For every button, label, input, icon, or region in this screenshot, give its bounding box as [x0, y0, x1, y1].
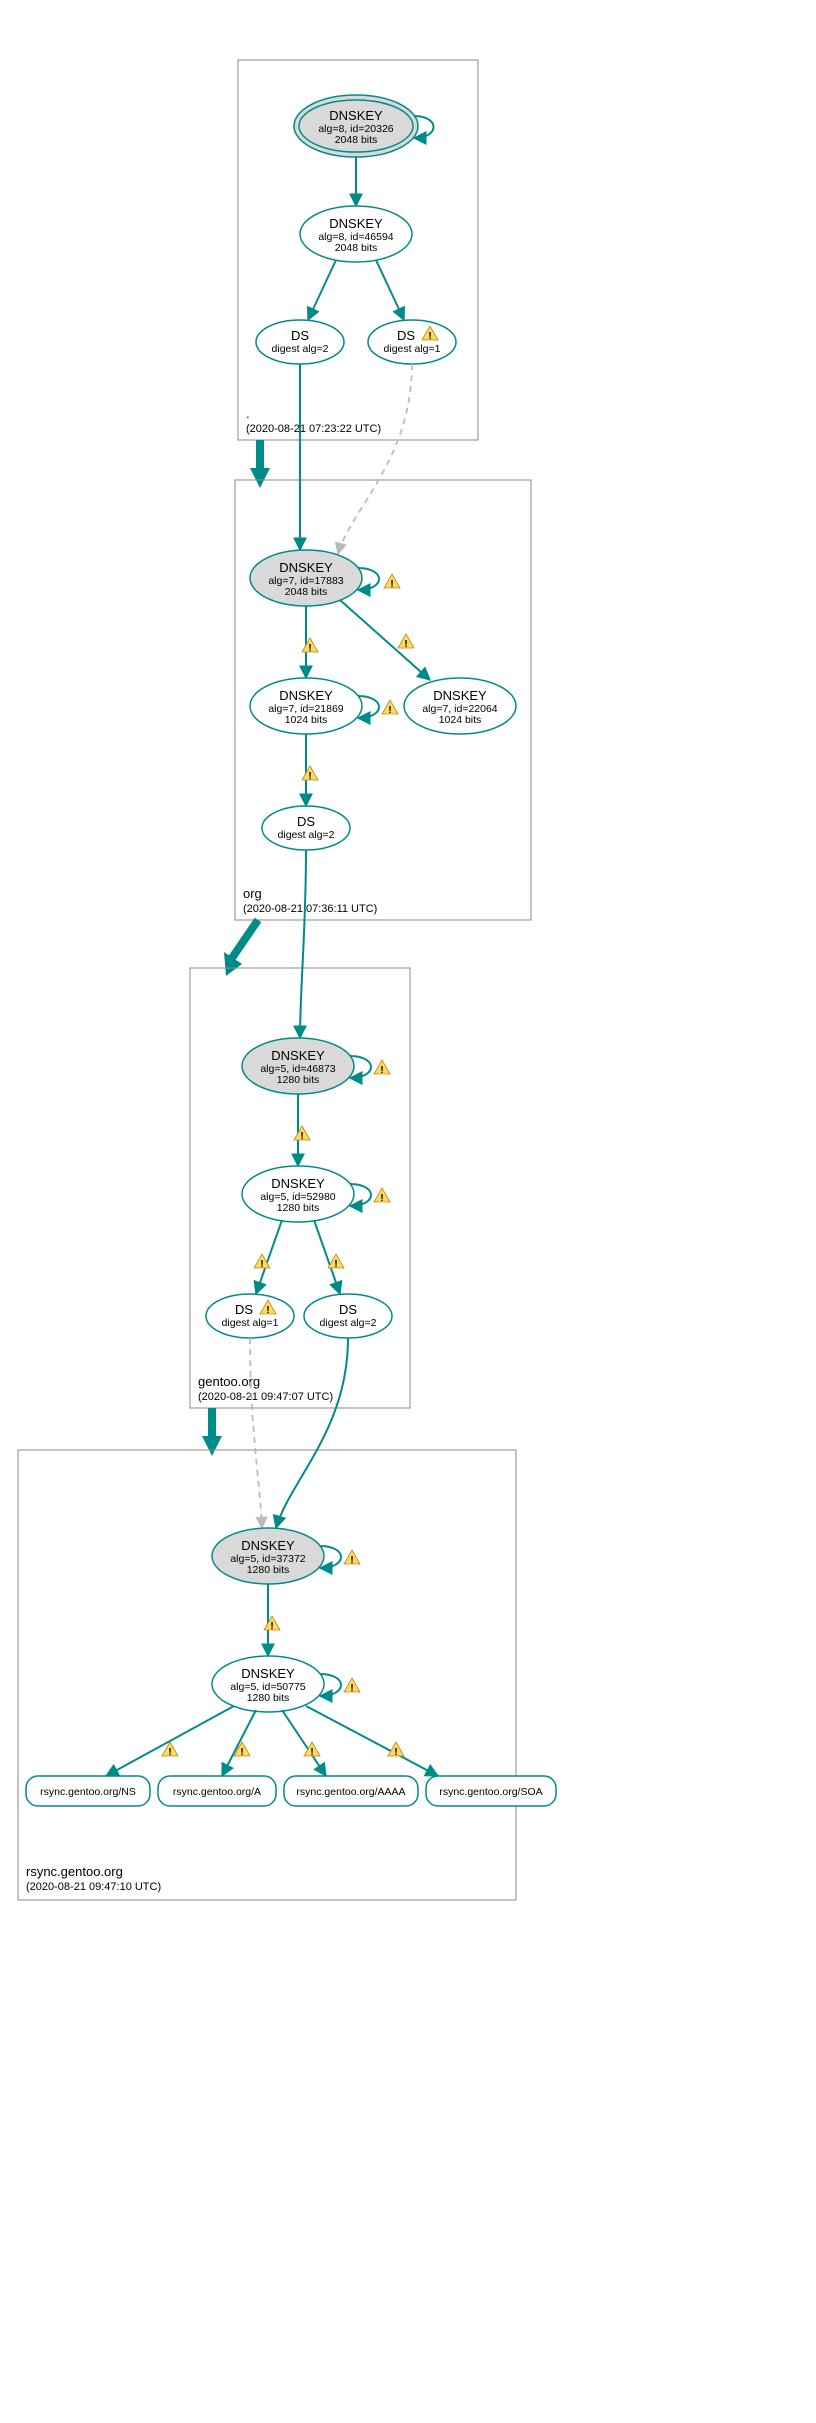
warning-icon [384, 574, 400, 590]
zone-root-ts: (2020-08-21 07:23:22 UTC) [246, 423, 381, 435]
warning-icon [344, 1678, 360, 1694]
svg-text:DS: DS [339, 1302, 357, 1317]
node-gentoo-ksk: DNSKEY alg=5, id=46873 1280 bits [242, 1038, 354, 1094]
rr-soa: rsync.gentoo.org/SOA [426, 1776, 556, 1806]
dnssec-diagram: ! . (2020-08-21 07:23:22 UTC) DNSKEY alg… [10, 10, 806, 2413]
svg-text:DNSKEY: DNSKEY [279, 688, 333, 703]
node-gentoo-zsk: DNSKEY alg=5, id=52980 1280 bits [242, 1166, 354, 1222]
node-root-ds1: DS digest alg=1 [368, 320, 456, 364]
svg-text:digest alg=2: digest alg=2 [320, 1317, 377, 1329]
svg-text:rsync.gentoo.org/SOA: rsync.gentoo.org/SOA [439, 1786, 542, 1798]
node-org-zsk2: DNSKEY alg=7, id=22064 1024 bits [404, 678, 516, 734]
svg-text:DNSKEY: DNSKEY [271, 1176, 325, 1191]
svg-text:rsync.gentoo.org/AAAA: rsync.gentoo.org/AAAA [296, 1786, 405, 1798]
warning-icon [304, 1742, 320, 1758]
svg-text:1280 bits: 1280 bits [277, 1074, 320, 1086]
warning-icon [398, 634, 414, 650]
warning-icon [294, 1126, 310, 1142]
node-org-zsk: DNSKEY alg=7, id=21869 1024 bits [250, 678, 362, 734]
svg-text:digest alg=1: digest alg=1 [222, 1317, 279, 1329]
warning-icon [302, 638, 318, 654]
zone-gentoo-ts: (2020-08-21 09:47:07 UTC) [198, 1391, 333, 1403]
rr-aaaa: rsync.gentoo.org/AAAA [284, 1776, 418, 1806]
zone-org-ts: (2020-08-21 07:36:11 UTC) [243, 903, 377, 915]
svg-text:1280 bits: 1280 bits [277, 1202, 320, 1214]
svg-text:1024 bits: 1024 bits [439, 714, 482, 726]
rr-ns: rsync.gentoo.org/NS [26, 1776, 150, 1806]
node-rsync-zsk: DNSKEY alg=5, id=50775 1280 bits [212, 1656, 324, 1712]
node-org-ds2: DS digest alg=2 [262, 806, 350, 850]
zone-root-name: . [246, 406, 250, 421]
svg-text:2048 bits: 2048 bits [335, 242, 378, 254]
svg-text:DNSKEY: DNSKEY [329, 216, 383, 231]
warning-icon [382, 700, 398, 716]
svg-text:DS: DS [297, 814, 315, 829]
warning-icon [328, 1254, 344, 1270]
svg-text:1024 bits: 1024 bits [285, 714, 328, 726]
warning-icon [344, 1550, 360, 1566]
svg-text:digest alg=1: digest alg=1 [384, 343, 441, 355]
svg-text:DNSKEY: DNSKEY [241, 1666, 295, 1681]
node-root-ksk: DNSKEY alg=8, id=20326 2048 bits [294, 95, 418, 157]
svg-text:DNSKEY: DNSKEY [329, 108, 383, 123]
svg-text:DNSKEY: DNSKEY [271, 1048, 325, 1063]
svg-text:DNSKEY: DNSKEY [279, 560, 333, 575]
zone-org-name: org [243, 886, 262, 901]
svg-text:digest alg=2: digest alg=2 [278, 829, 335, 841]
node-org-ksk: DNSKEY alg=7, id=17883 2048 bits [250, 550, 362, 606]
svg-text:DS: DS [397, 328, 415, 343]
svg-text:1280 bits: 1280 bits [247, 1564, 290, 1576]
warning-icon [374, 1188, 390, 1204]
svg-text:rsync.gentoo.org/A: rsync.gentoo.org/A [173, 1786, 261, 1798]
node-rsync-ksk: DNSKEY alg=5, id=37372 1280 bits [212, 1528, 324, 1584]
warning-icon [264, 1616, 280, 1632]
svg-text:DNSKEY: DNSKEY [433, 688, 487, 703]
node-gentoo-ds1: DS digest alg=1 [206, 1294, 294, 1338]
svg-text:2048 bits: 2048 bits [285, 586, 328, 598]
warning-icon [374, 1060, 390, 1076]
svg-text:digest alg=2: digest alg=2 [272, 343, 329, 355]
zone-rsync-ts: (2020-08-21 09:47:10 UTC) [26, 1881, 161, 1893]
svg-text:DNSKEY: DNSKEY [241, 1538, 295, 1553]
svg-text:1280 bits: 1280 bits [247, 1692, 290, 1704]
node-root-zsk: DNSKEY alg=8, id=46594 2048 bits [300, 206, 412, 262]
svg-text:DS: DS [235, 1302, 253, 1317]
zone-rsync-name: rsync.gentoo.org [26, 1864, 123, 1879]
svg-text:DS: DS [291, 328, 309, 343]
svg-text:rsync.gentoo.org/NS: rsync.gentoo.org/NS [40, 1786, 136, 1798]
rr-a: rsync.gentoo.org/A [158, 1776, 276, 1806]
warning-icon [302, 766, 318, 782]
node-root-ds2: DS digest alg=2 [256, 320, 344, 364]
node-gentoo-ds2: DS digest alg=2 [304, 1294, 392, 1338]
svg-text:2048 bits: 2048 bits [335, 134, 378, 146]
